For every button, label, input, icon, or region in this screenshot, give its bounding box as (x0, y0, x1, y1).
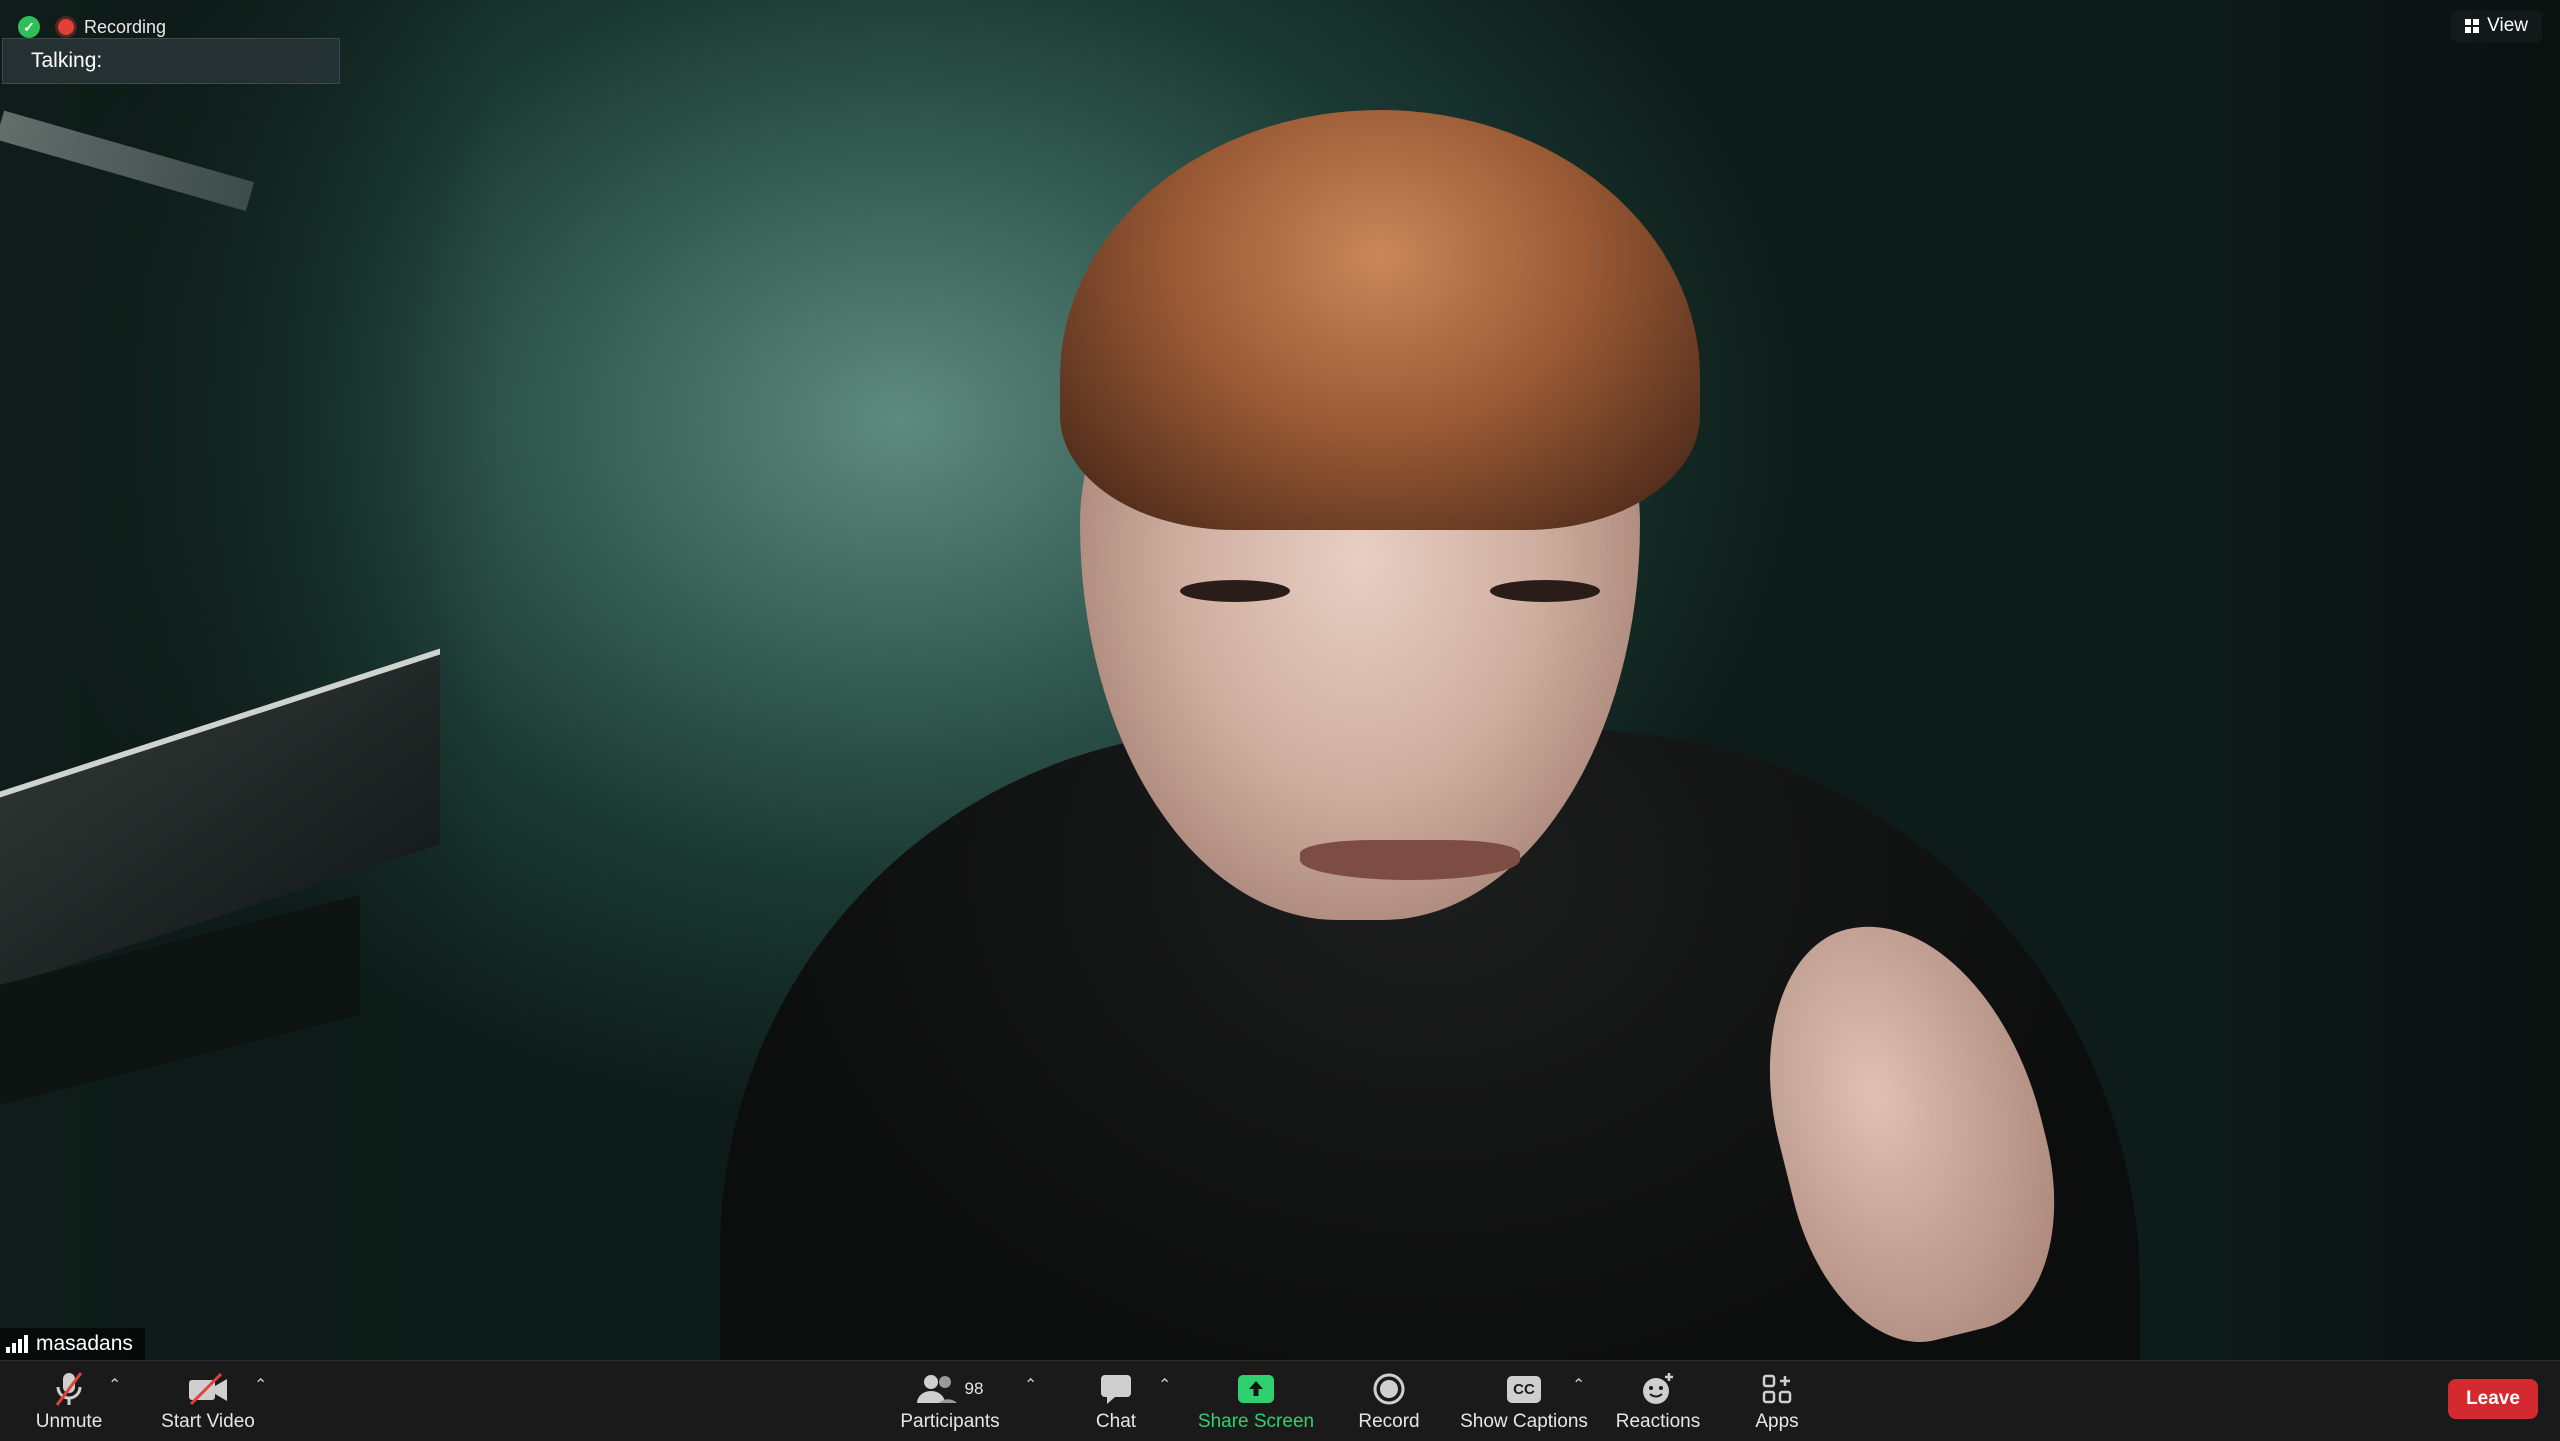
meeting-toolbar: Unmute ⌃ Start Video ⌃ 98 Participants ⌃ (0, 1360, 2560, 1441)
chat-label: Chat (1095, 1411, 1137, 1432)
start-video-button[interactable]: Start Video (158, 1369, 258, 1437)
show-captions-button[interactable]: CC Show Captions (1460, 1369, 1588, 1437)
chevron-up-icon[interactable]: ⌃ (1572, 1375, 1585, 1395)
reactions-button[interactable]: Reactions (1616, 1369, 1700, 1437)
chat-icon (1099, 1369, 1133, 1409)
chat-button[interactable]: Chat (1084, 1369, 1148, 1437)
participant-video-person (640, 110, 2140, 1360)
captions-icon-text: CC (1507, 1375, 1541, 1403)
share-screen-label: Share Screen (1197, 1411, 1315, 1432)
participant-name: masadans (36, 1332, 133, 1355)
participants-button[interactable]: 98 Participants (898, 1369, 1002, 1437)
video-feed (0, 0, 2560, 1360)
start-video-label: Start Video (161, 1411, 255, 1432)
recording-indicator[interactable]: Recording (58, 17, 166, 38)
participants-icon (916, 1375, 957, 1403)
participants-label: Participants (900, 1411, 1000, 1432)
person-eye-right (1490, 580, 1600, 602)
view-button[interactable]: View (2451, 10, 2542, 42)
apps-label: Apps (1755, 1411, 1799, 1432)
background-shadow-right (2200, 0, 2560, 1360)
person-mouth (1300, 840, 1520, 880)
share-screen-button[interactable]: Share Screen (1196, 1369, 1316, 1437)
leave-button[interactable]: Leave (2448, 1379, 2538, 1419)
participants-icon-wrap: 98 (916, 1369, 984, 1409)
person-eye-left (1180, 580, 1290, 602)
chevron-up-icon[interactable]: ⌃ (108, 1375, 121, 1395)
recording-label: Recording (84, 16, 167, 37)
talking-indicator: Talking: (2, 38, 340, 84)
participants-count: 98 (964, 1379, 984, 1398)
person-hair (1060, 110, 1700, 530)
chevron-up-icon[interactable]: ⌃ (1158, 1375, 1171, 1395)
view-label: View (2487, 15, 2528, 36)
unmute-button[interactable]: Unmute (32, 1369, 106, 1437)
participant-name-tag: masadans (0, 1328, 145, 1360)
top-status-bar: ✓ Recording (18, 16, 166, 38)
grid-icon (2465, 19, 2480, 33)
recording-icon (58, 19, 74, 35)
chevron-up-icon[interactable]: ⌃ (254, 1375, 267, 1395)
shield-icon[interactable]: ✓ (18, 16, 40, 38)
talking-label: Talking: (31, 49, 103, 72)
reactions-icon (1640, 1369, 1676, 1409)
record-label: Record (1358, 1411, 1420, 1432)
apps-icon (1761, 1369, 1793, 1409)
signal-icon (6, 1335, 28, 1353)
captions-icon: CC (1507, 1369, 1541, 1409)
unmute-label: Unmute (35, 1411, 103, 1432)
video-off-icon (187, 1369, 229, 1409)
reactions-label: Reactions (1615, 1411, 1701, 1432)
show-captions-label: Show Captions (1460, 1411, 1588, 1432)
record-button[interactable]: Record (1356, 1369, 1422, 1437)
microphone-muted-icon (51, 1369, 87, 1409)
share-screen-icon (1237, 1369, 1275, 1409)
apps-button[interactable]: Apps (1752, 1369, 1802, 1437)
chevron-up-icon[interactable]: ⌃ (1024, 1375, 1037, 1395)
record-icon (1372, 1369, 1406, 1409)
